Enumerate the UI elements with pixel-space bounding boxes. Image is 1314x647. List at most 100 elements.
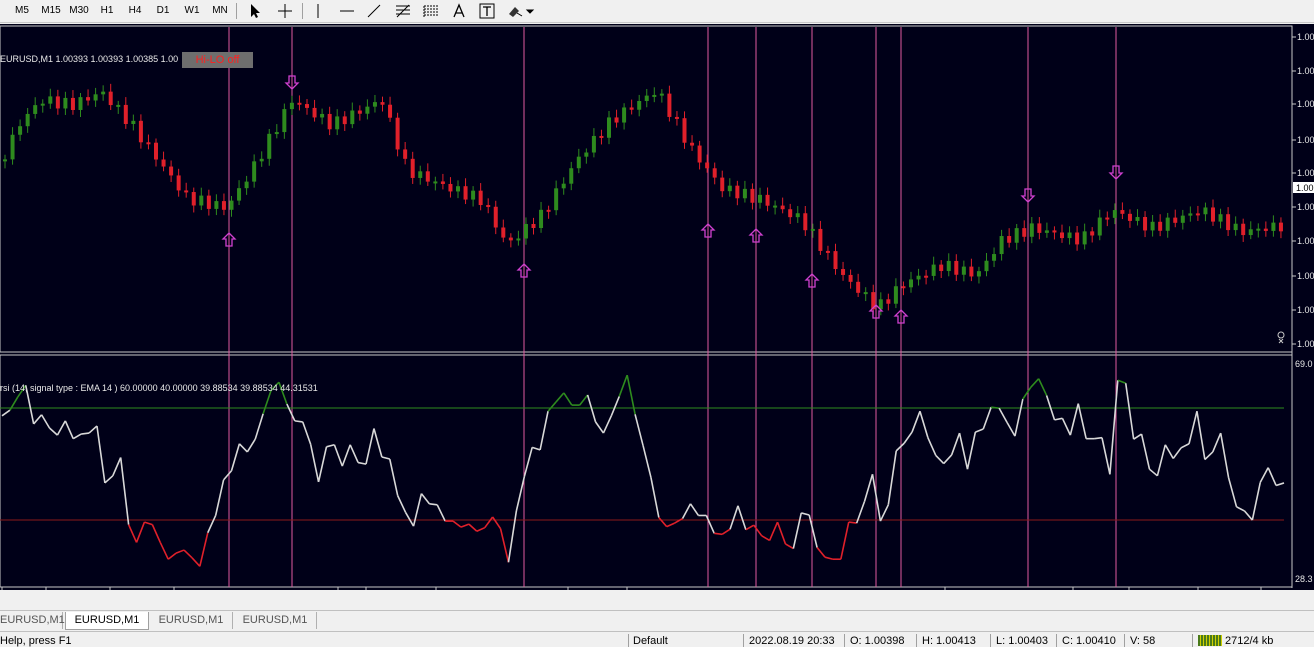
candle-body (410, 158, 415, 178)
candle-body (599, 135, 604, 138)
candle-body (388, 104, 393, 118)
timeframe-m30[interactable]: M30 (66, 4, 92, 18)
candle-body (1082, 231, 1087, 245)
candle-body (803, 213, 808, 231)
candle-body (1105, 217, 1110, 220)
timeframe-w1[interactable]: W1 (180, 4, 204, 18)
candle-body (569, 168, 574, 184)
candle-body (531, 223, 536, 229)
candle-body (1158, 221, 1163, 231)
candle-body (1037, 223, 1042, 233)
status-separator (916, 634, 917, 647)
status-help: Help, press F1 (0, 635, 72, 647)
candle-body (856, 281, 861, 293)
status-traffic: 2712/4 kb (1225, 635, 1274, 647)
timeframe-mn[interactable]: MN (208, 4, 232, 18)
candle-body (1029, 223, 1034, 237)
candle-body (237, 188, 242, 201)
tab-chart-3[interactable]: EURUSD,M1 (150, 612, 233, 629)
shapes-menu-icon[interactable] (505, 2, 535, 20)
candle-body (395, 117, 400, 150)
text-icon[interactable] (449, 2, 469, 20)
candle-body (1211, 207, 1215, 222)
candle-body (1263, 228, 1268, 231)
candle-body (33, 105, 38, 114)
candle-body (78, 97, 83, 110)
candle-body (976, 271, 981, 277)
price-tick-label: 1.00 (1297, 168, 1314, 178)
candle-body (48, 96, 53, 104)
candle-body (1218, 214, 1223, 222)
candle-body (629, 107, 634, 110)
chart-tabs: EURUSD,M1 EURUSD,M1 EURUSD,M1 EURUSD,M1 (0, 610, 1314, 631)
rsi-min-label: 28.3 (1295, 574, 1313, 584)
timeframe-h4[interactable]: H4 (124, 4, 146, 18)
tab-chart-4[interactable]: EURUSD,M1 (234, 612, 317, 629)
candle-body (55, 96, 60, 109)
candle-body (591, 135, 596, 153)
status-high: H: 1.00413 (922, 635, 976, 647)
candle-body (893, 286, 898, 304)
rsi-segment (848, 521, 857, 524)
candle-body (546, 209, 551, 212)
candle-body (863, 292, 868, 295)
timeframe-h1[interactable]: H1 (96, 4, 118, 18)
status-open: O: 1.00398 (850, 635, 905, 647)
status-datetime: 2022.08.19 20:33 (749, 635, 835, 647)
candle-body (523, 223, 528, 239)
candle-body (1075, 232, 1080, 245)
chart-canvas[interactable]: 1.00 1.00 1.00 1.00 1.00 1.00 1.00 1.00 1.00 1.00… (0, 24, 1314, 590)
candle-body (1135, 217, 1140, 221)
candle-body (448, 183, 453, 192)
candle-body (138, 120, 143, 143)
candle-body (229, 200, 234, 210)
candle-body (274, 132, 279, 135)
candle-body (742, 188, 747, 199)
candle-body (289, 102, 294, 110)
rsi-segment (991, 406, 1000, 409)
crosshair-icon[interactable] (275, 2, 295, 20)
candle-body (3, 159, 7, 162)
toolbar-separator (302, 3, 303, 19)
timeframe-m15[interactable]: M15 (38, 4, 64, 18)
tab-chart-2[interactable]: EURUSD,M1 (65, 612, 149, 630)
timeframe-d1[interactable]: D1 (152, 4, 174, 18)
candle-body (969, 266, 974, 277)
candle-body (1271, 222, 1276, 231)
tab-chart-1[interactable]: EURUSD,M1 (0, 612, 65, 629)
status-separator (990, 634, 991, 647)
candle-body (554, 188, 559, 211)
chart-window[interactable]: 1.00 1.00 1.00 1.00 1.00 1.00 1.00 1.00 1.00 1.00… (0, 24, 1314, 590)
candle-body (659, 93, 664, 96)
candle-body (1241, 223, 1246, 236)
horizontal-line-icon[interactable] (337, 2, 357, 20)
candle-body (342, 116, 347, 125)
candle-body (1165, 217, 1170, 231)
candle-body (176, 175, 181, 191)
cursor-icon[interactable] (245, 2, 265, 20)
candle-body (25, 113, 30, 127)
hilo-toggle-button[interactable]: Hi-LO off (182, 52, 253, 68)
candle-body (539, 209, 544, 229)
timeframe-m5[interactable]: M5 (10, 4, 34, 18)
symbol-info: EURUSD,M1 1.00393 1.00393 1.00385 1.00 (0, 54, 179, 64)
price-tick-label: 1.00 (1297, 236, 1314, 246)
candle-body (463, 186, 468, 200)
trendline-icon[interactable] (364, 2, 384, 20)
candle-body (403, 149, 408, 159)
candle-body (320, 113, 325, 118)
fibonacci-icon[interactable] (393, 2, 413, 20)
text-label-icon[interactable] (477, 2, 497, 20)
vertical-line-icon[interactable] (308, 2, 328, 20)
fibonacci-fan-icon[interactable] (421, 2, 441, 20)
status-separator (844, 634, 845, 647)
candle-body (312, 107, 317, 118)
candle-body (946, 260, 951, 272)
status-volume: V: 58 (1130, 635, 1156, 647)
candle-body (154, 142, 158, 160)
candle-body (1150, 221, 1155, 231)
candle-body (516, 238, 521, 241)
candle-body (682, 118, 687, 143)
indicator-info: rsi (14, signal type : EMA 14 ) 60.00000… (0, 383, 318, 393)
rsi-segment (294, 420, 303, 423)
